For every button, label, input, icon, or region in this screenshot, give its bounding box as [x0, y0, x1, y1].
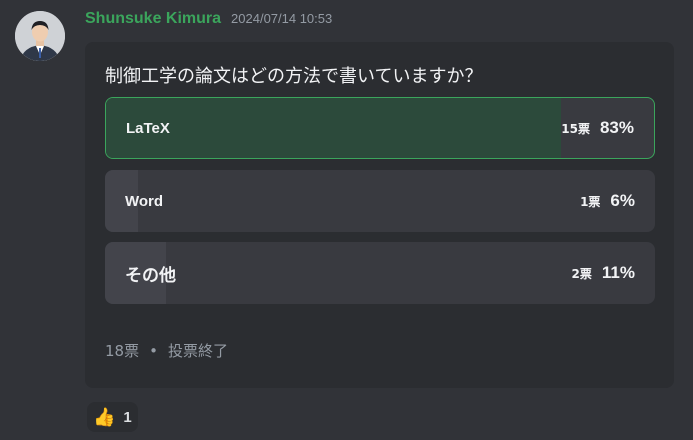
poll-option-votes: 15票	[561, 121, 590, 136]
poll-card: 制御工学の論文はどの方法で書いていますか？ LaTeX 15票 83% Word…	[85, 42, 674, 388]
poll-option-label: Word	[125, 192, 164, 210]
poll-option-percent: 83%	[599, 118, 634, 137]
poll-option-votes: 2票	[571, 266, 592, 281]
poll-option-votes: 1票	[580, 194, 601, 209]
reaction-count: 1	[123, 408, 132, 426]
user-avatar[interactable]	[15, 11, 65, 61]
poll-option-fill	[106, 98, 561, 158]
thumbs-up-icon: 👍	[93, 406, 116, 427]
poll-option-stats: 2票 11%	[572, 242, 635, 304]
poll-option-percent: 6%	[610, 191, 635, 210]
poll-total-votes: 18票	[105, 342, 140, 360]
message-view: Shunsuke Kimura 2024/07/14 10:53 制御工学の論文…	[0, 0, 693, 440]
message-header: Shunsuke Kimura 2024/07/14 10:53	[85, 10, 332, 34]
username[interactable]: Shunsuke Kimura	[85, 10, 221, 28]
poll-footer-separator: •	[149, 342, 158, 360]
poll-option-stats: 15票 83%	[561, 98, 634, 158]
poll-footer: 18票 • 投票終了	[105, 340, 228, 361]
poll-option-percent: 11%	[601, 263, 635, 282]
reaction-thumbs-up[interactable]: 👍 1	[87, 402, 138, 432]
poll-option-label: LaTeX	[126, 119, 170, 137]
user-avatar-icon	[15, 11, 65, 61]
poll-option-stats: 1票 6%	[580, 170, 635, 232]
poll-option-latex[interactable]: LaTeX 15票 83%	[105, 97, 655, 159]
poll-option-label: その他	[125, 265, 176, 285]
poll-status: 投票終了	[167, 342, 228, 360]
poll-question: 制御工学の論文はどの方法で書いていますか？	[105, 66, 483, 87]
poll-option-other[interactable]: その他 2票 11%	[105, 242, 655, 304]
poll-option-word[interactable]: Word 1票 6%	[105, 170, 655, 232]
timestamp: 2024/07/14 10:53	[231, 11, 333, 26]
